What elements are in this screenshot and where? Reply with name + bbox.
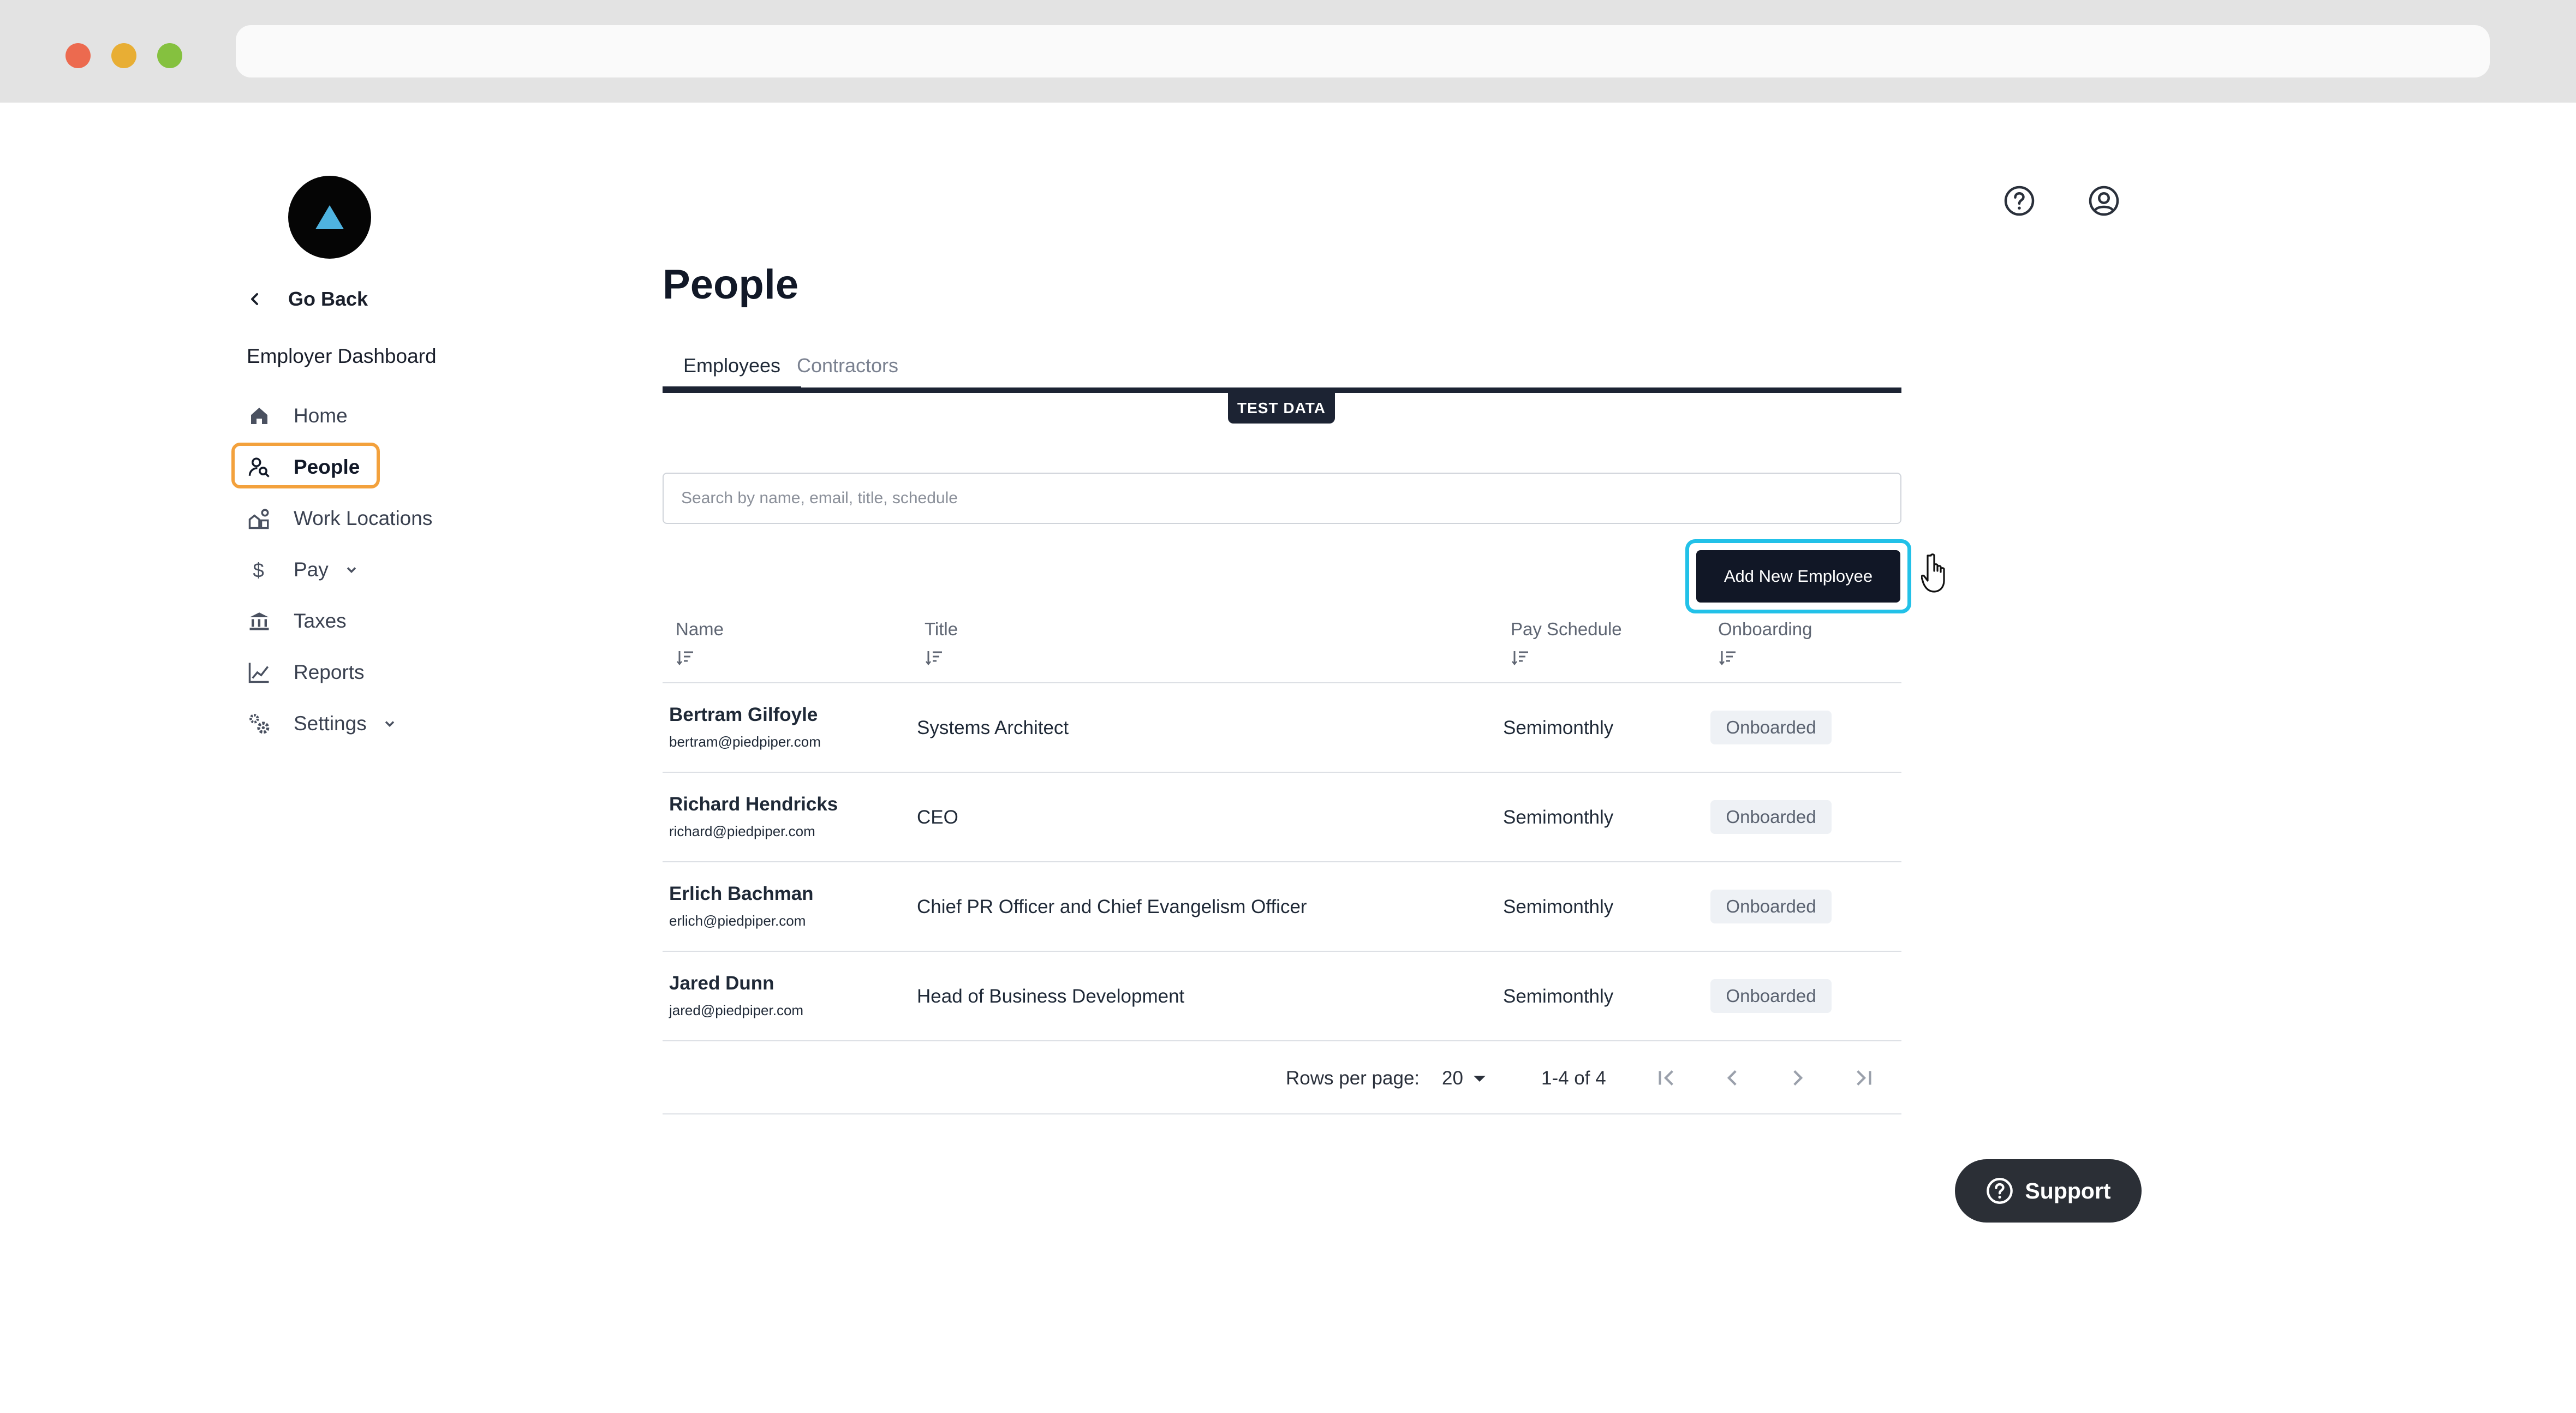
window-minimize-button[interactable] (111, 43, 136, 68)
status-badge: Onboarded (1710, 890, 1832, 923)
status-badge: Onboarded (1710, 979, 1832, 1013)
employee-name: Erlich Bachman (669, 883, 814, 904)
employee-title: Head of Business Development (917, 986, 1185, 1007)
sidebar-item-label: Taxes (294, 610, 347, 632)
last-page-icon[interactable] (1850, 1064, 1877, 1092)
support-label: Support (2025, 1178, 2111, 1203)
sidebar-item-settings[interactable]: Settings (231, 698, 461, 749)
tab-divider (663, 387, 1901, 393)
employee-name: Bertram Gilfoyle (669, 704, 818, 725)
sidebar-item-people[interactable]: People (231, 442, 461, 493)
column-header-pay-schedule[interactable]: Pay Schedule (1511, 619, 1622, 640)
table-row[interactable]: Bertram Gilfoyle bertram@piedpiper.com S… (663, 683, 1901, 773)
sidebar-item-pay[interactable]: $ Pay (231, 544, 461, 595)
add-new-employee-button[interactable]: Add New Employee (1696, 550, 1900, 603)
employee-name: Jared Dunn (669, 973, 774, 994)
support-button[interactable]: Support (1955, 1159, 2142, 1223)
chevron-down-icon (347, 567, 356, 573)
active-tab-indicator (663, 386, 801, 390)
employee-pay-schedule: Semimonthly (1503, 717, 1614, 738)
sidebar-nav: Home People Work Locations $ Pay Taxes R… (231, 390, 461, 749)
window-maximize-button[interactable] (157, 43, 182, 68)
table-row[interactable]: Jared Dunn jared@piedpiper.com Head of B… (663, 952, 1901, 1041)
triangle-logo-icon (315, 205, 344, 229)
sidebar-section-title: Employer Dashboard (247, 345, 437, 367)
employee-pay-schedule: Semimonthly (1503, 986, 1614, 1007)
window-close-button[interactable] (65, 43, 91, 68)
sort-icon[interactable] (1512, 649, 1530, 666)
column-header-onboarding[interactable]: Onboarding (1718, 619, 1812, 640)
next-page-icon[interactable] (1784, 1064, 1811, 1092)
employee-name: Richard Hendricks (669, 794, 838, 815)
column-header-name[interactable]: Name (676, 619, 724, 640)
sidebar-item-label: Home (294, 404, 348, 427)
sidebar-item-label: People (294, 456, 360, 478)
people-search-icon (247, 455, 272, 480)
home-icon (247, 403, 272, 428)
go-back-label: Go Back (288, 288, 368, 310)
employee-title: Systems Architect (917, 717, 1069, 738)
browser-chrome (0, 0, 2576, 103)
work-locations-icon (247, 506, 272, 531)
employee-email: bertram@piedpiper.com (669, 734, 821, 750)
sort-icon[interactable] (677, 649, 695, 666)
table-row[interactable]: Erlich Bachman erlich@piedpiper.com Chie… (663, 862, 1901, 952)
sort-icon[interactable] (1719, 649, 1738, 666)
chevron-down-icon (385, 721, 394, 727)
employee-pay-schedule: Semimonthly (1503, 807, 1614, 828)
bank-icon (247, 609, 272, 634)
go-back-link[interactable]: Go Back (247, 285, 368, 313)
status-badge: Onboarded (1710, 711, 1832, 744)
sidebar-item-work-locations[interactable]: Work Locations (231, 493, 461, 544)
previous-page-icon[interactable] (1719, 1064, 1746, 1092)
employee-email: jared@piedpiper.com (669, 1002, 804, 1018)
first-page-icon[interactable] (1653, 1064, 1680, 1092)
pointer-hand-cursor-icon (1921, 553, 1945, 593)
chevron-left-icon (251, 293, 258, 305)
employee-email: erlich@piedpiper.com (669, 913, 806, 929)
caret-down-icon[interactable] (1472, 1074, 1487, 1083)
employee-title: CEO (917, 807, 958, 828)
sidebar-item-home[interactable]: Home (231, 390, 461, 442)
status-badge: Onboarded (1710, 800, 1832, 834)
tab-contractors[interactable]: Contractors (797, 338, 898, 393)
svg-text:$: $ (253, 559, 264, 581)
pagination-range: 1-4 of 4 (1541, 1068, 1606, 1089)
gears-icon (247, 711, 272, 736)
sort-icon[interactable] (926, 649, 944, 666)
employee-title: Chief PR Officer and Chief Evangelism Of… (917, 896, 1307, 917)
tab-employees[interactable]: Employees (663, 338, 801, 393)
sidebar-item-reports[interactable]: Reports (231, 647, 461, 698)
column-header-title[interactable]: Title (925, 619, 958, 640)
page-title: People (663, 261, 799, 308)
search-input[interactable] (663, 473, 1901, 524)
table-row[interactable]: Richard Hendricks richard@piedpiper.com … (663, 773, 1901, 862)
sidebar-item-label: Pay (294, 558, 329, 581)
help-circle-icon[interactable] (2003, 184, 2036, 217)
sidebar-item-label: Reports (294, 661, 365, 683)
rows-per-page-select[interactable]: 20 (1442, 1068, 1463, 1089)
employee-pay-schedule: Semimonthly (1503, 896, 1614, 917)
app-logo[interactable] (288, 176, 371, 259)
sidebar-item-label: Settings (294, 712, 367, 735)
dollar-icon: $ (247, 557, 272, 582)
chart-line-icon (247, 660, 272, 685)
sidebar-item-taxes[interactable]: Taxes (231, 595, 461, 647)
employee-email: richard@piedpiper.com (669, 823, 815, 839)
pagination: Rows per page: 20 1-4 of 4 (663, 1042, 1901, 1114)
rows-per-page-label: Rows per page: (1286, 1068, 1420, 1089)
tab-bar: Employees Contractors (663, 338, 1901, 395)
test-data-badge: TEST DATA (1228, 393, 1335, 424)
address-bar[interactable] (236, 25, 2490, 77)
sidebar-item-label: Work Locations (294, 507, 433, 529)
user-circle-icon[interactable] (2088, 184, 2120, 217)
help-circle-icon (1987, 1178, 2013, 1204)
